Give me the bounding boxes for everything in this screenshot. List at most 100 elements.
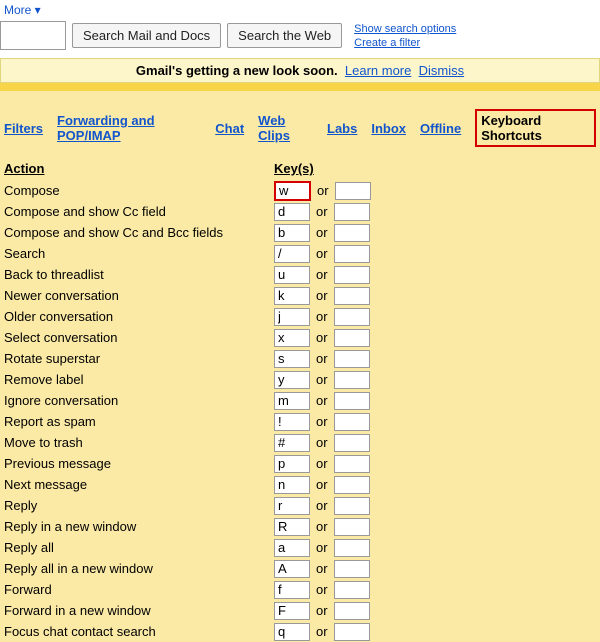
shortcut-action-label: Older conversation — [4, 309, 113, 324]
shortcut-alt-key-input[interactable] — [334, 371, 370, 389]
tab-web-clips[interactable]: Web Clips — [258, 113, 313, 143]
or-label: or — [316, 372, 328, 387]
shortcut-alt-key-input[interactable] — [334, 392, 370, 410]
banner-dismiss-link[interactable]: Dismiss — [419, 63, 465, 78]
shortcut-key-input[interactable] — [274, 329, 310, 347]
or-label: or — [316, 540, 328, 555]
shortcut-alt-key-input[interactable] — [334, 203, 370, 221]
banner-text: Gmail's getting a new look soon. — [136, 63, 338, 78]
or-label: or — [316, 498, 328, 513]
or-label: or — [316, 246, 328, 261]
shortcut-key-input[interactable] — [274, 476, 310, 494]
shortcut-key-input[interactable] — [274, 245, 310, 263]
shortcut-key-input[interactable] — [274, 203, 310, 221]
shortcut-action-label: Remove label — [4, 372, 84, 387]
shortcut-alt-key-input[interactable] — [334, 434, 370, 452]
shortcut-key-input[interactable] — [274, 266, 310, 284]
shortcut-alt-key-input[interactable] — [334, 623, 370, 641]
shortcut-key-input[interactable] — [274, 371, 310, 389]
shortcut-key-input[interactable] — [274, 224, 310, 242]
shortcut-key-input[interactable] — [274, 181, 311, 201]
shortcut-action-label: Report as spam — [4, 414, 96, 429]
or-label: or — [316, 330, 328, 345]
shortcut-alt-key-input[interactable] — [334, 476, 370, 494]
shortcut-key-input[interactable] — [274, 518, 310, 536]
shortcut-alt-key-input[interactable] — [334, 518, 370, 536]
shortcut-action-label: Compose and show Cc and Bcc fields — [4, 225, 223, 240]
shortcut-action-label: Select conversation — [4, 330, 117, 345]
shortcut-key-input[interactable] — [274, 350, 310, 368]
or-label: or — [316, 624, 328, 639]
or-label: or — [316, 456, 328, 471]
shortcut-action-label: Newer conversation — [4, 288, 119, 303]
shortcut-alt-key-input[interactable] — [334, 539, 370, 557]
or-label: or — [316, 477, 328, 492]
shortcut-action-label: Search — [4, 246, 45, 261]
or-label: or — [316, 204, 328, 219]
or-label: or — [316, 267, 328, 282]
shortcut-key-input[interactable] — [274, 581, 310, 599]
shortcut-action-label: Ignore conversation — [4, 393, 118, 408]
or-label: or — [316, 351, 328, 366]
shortcut-key-input[interactable] — [274, 455, 310, 473]
shortcut-alt-key-input[interactable] — [334, 413, 370, 431]
search-input[interactable] — [0, 21, 66, 50]
shortcut-key-input[interactable] — [274, 602, 310, 620]
tab-filters[interactable]: Filters — [4, 121, 43, 136]
create-filter-link[interactable]: Create a filter — [354, 36, 456, 50]
shortcut-action-label: Reply all — [4, 540, 54, 555]
banner-bar — [0, 83, 600, 91]
shortcut-key-input[interactable] — [274, 497, 310, 515]
or-label: or — [316, 309, 328, 324]
shortcut-alt-key-input[interactable] — [335, 182, 371, 200]
or-label: or — [316, 603, 328, 618]
shortcut-action-label: Focus chat contact search — [4, 624, 156, 639]
shortcut-key-input[interactable] — [274, 539, 310, 557]
show-search-options-link[interactable]: Show search options — [354, 22, 456, 36]
banner-learn-more-link[interactable]: Learn more — [345, 63, 411, 78]
or-label: or — [316, 435, 328, 450]
shortcut-alt-key-input[interactable] — [334, 224, 370, 242]
search-web-button[interactable]: Search the Web — [227, 23, 342, 48]
or-label: or — [316, 288, 328, 303]
tab-chat[interactable]: Chat — [215, 121, 244, 136]
search-mail-button[interactable]: Search Mail and Docs — [72, 23, 221, 48]
shortcut-key-input[interactable] — [274, 287, 310, 305]
shortcut-alt-key-input[interactable] — [334, 455, 370, 473]
shortcut-action-label: Reply — [4, 498, 37, 513]
shortcut-action-label: Forward — [4, 582, 52, 597]
shortcut-action-label: Rotate superstar — [4, 351, 100, 366]
or-label: or — [317, 183, 329, 198]
shortcut-key-input[interactable] — [274, 392, 310, 410]
shortcut-action-label: Move to trash — [4, 435, 83, 450]
shortcut-key-input[interactable] — [274, 560, 310, 578]
shortcut-key-input[interactable] — [274, 308, 310, 326]
shortcut-alt-key-input[interactable] — [334, 560, 370, 578]
tab-keyboard-shortcuts[interactable]: Keyboard Shortcuts — [475, 109, 596, 147]
shortcut-key-input[interactable] — [274, 413, 310, 431]
new-look-banner: Gmail's getting a new look soon. Learn m… — [0, 58, 600, 83]
shortcut-action-label: Previous message — [4, 456, 111, 471]
shortcut-key-input[interactable] — [274, 434, 310, 452]
tab-forwarding[interactable]: Forwarding and POP/IMAP — [57, 113, 201, 143]
shortcut-action-label: Next message — [4, 477, 87, 492]
shortcut-alt-key-input[interactable] — [334, 287, 370, 305]
shortcut-alt-key-input[interactable] — [334, 350, 370, 368]
shortcut-action-label: Back to threadlist — [4, 267, 104, 282]
shortcut-alt-key-input[interactable] — [334, 245, 370, 263]
shortcut-alt-key-input[interactable] — [334, 308, 370, 326]
more-menu[interactable]: More ▾ — [4, 3, 41, 17]
shortcut-alt-key-input[interactable] — [334, 329, 370, 347]
shortcut-action-label: Reply all in a new window — [4, 561, 153, 576]
tab-inbox[interactable]: Inbox — [371, 121, 406, 136]
tab-offline[interactable]: Offline — [420, 121, 461, 136]
shortcut-alt-key-input[interactable] — [334, 497, 370, 515]
tab-labs[interactable]: Labs — [327, 121, 357, 136]
shortcut-key-input[interactable] — [274, 623, 310, 641]
shortcut-alt-key-input[interactable] — [334, 602, 370, 620]
shortcut-alt-key-input[interactable] — [334, 266, 370, 284]
shortcut-alt-key-input[interactable] — [334, 581, 370, 599]
keys-column-header: Key(s) — [274, 161, 596, 180]
or-label: or — [316, 561, 328, 576]
or-label: or — [316, 393, 328, 408]
